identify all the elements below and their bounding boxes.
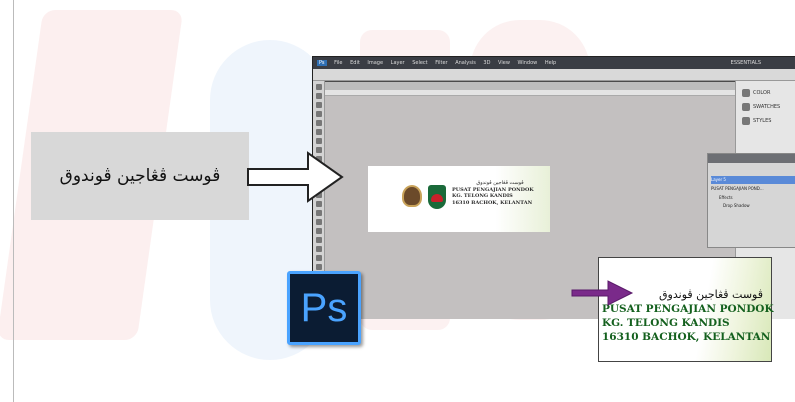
- color-icon: [742, 88, 750, 97]
- menu-item[interactable]: File: [334, 60, 342, 66]
- zoomed-address: PUSAT PENGAJIAN PONDOK KG. TELONG KANDIS…: [602, 302, 774, 344]
- zoomed-line2: KG. TELONG KANDIS: [602, 317, 730, 329]
- layer-row[interactable]: PUSAT PENGAJIAN POND...: [711, 185, 795, 193]
- zoomed-letterhead: ڤوست ڤڠاجين ڤوندوق PUSAT PENGAJIAN PONDO…: [598, 257, 774, 362]
- tool-icon[interactable]: [316, 138, 322, 144]
- workspace-button[interactable]: ESSENTIALS: [731, 57, 761, 69]
- swatches-icon: [742, 102, 750, 111]
- panel-color[interactable]: COLOR: [742, 87, 795, 99]
- tool-icon[interactable]: [316, 255, 322, 261]
- layers-panel-header[interactable]: [708, 154, 795, 163]
- letterhead-text: ڤوست ڤڠاجين ڤوندوق PUSAT PENGAJIAN PONDO…: [452, 180, 548, 206]
- menu-bar: Ps File Edit Image Layer Select Filter A…: [313, 57, 795, 69]
- layer-effect-row[interactable]: Drop Shadow: [711, 202, 795, 210]
- letterhead-line3: 16310 BACHOK, KELANTAN: [452, 199, 533, 206]
- tool-icon[interactable]: [316, 111, 322, 117]
- panel-label: STYLES: [753, 118, 772, 124]
- tool-icon[interactable]: [316, 102, 322, 108]
- menu-item[interactable]: Filter: [435, 60, 447, 66]
- menu-item[interactable]: Image: [367, 60, 383, 66]
- tool-icon[interactable]: [316, 237, 322, 243]
- tool-icon[interactable]: [316, 246, 322, 252]
- document-tabs[interactable]: [325, 82, 735, 90]
- menu-item[interactable]: Help: [545, 60, 556, 66]
- panel-swatches[interactable]: SWATCHES: [742, 101, 795, 113]
- menu-item[interactable]: Layer: [391, 60, 405, 66]
- menu-item[interactable]: Ps: [317, 60, 327, 66]
- zoomed-arabic-title: ڤوست ڤڠاجين ڤوندوق: [659, 288, 763, 301]
- zoomed-line3: 16310 BACHOK, KELANTAN: [602, 331, 771, 343]
- menu-item[interactable]: Window: [518, 60, 538, 66]
- layer-row[interactable]: Layer 5: [711, 176, 795, 184]
- panel-label: COLOR: [753, 90, 771, 96]
- tool-icon[interactable]: [316, 228, 322, 234]
- shield-logo: [428, 185, 446, 209]
- photoshop-logo: Ps: [287, 271, 361, 345]
- panel-styles[interactable]: STYLES: [742, 115, 795, 127]
- tool-icon[interactable]: [316, 120, 322, 126]
- panel-label: SWATCHES: [753, 104, 781, 110]
- options-bar: [313, 69, 795, 81]
- callout-label: ڤوست ڤڠاجين ڤوندوق: [59, 166, 221, 186]
- layer-effects-row[interactable]: Effects: [711, 194, 795, 202]
- purple-arrow-icon: [571, 280, 634, 306]
- menu-item[interactable]: Edit: [350, 60, 360, 66]
- tool-icon[interactable]: [316, 219, 322, 225]
- layers-panel: Layer 5 PUSAT PENGAJIAN POND... Effects …: [707, 153, 795, 248]
- tool-icon[interactable]: [316, 210, 322, 216]
- tool-icon[interactable]: [316, 129, 322, 135]
- tool-icon[interactable]: [316, 84, 322, 90]
- tool-icon[interactable]: [316, 93, 322, 99]
- left-border: [13, 0, 14, 402]
- letterhead-document: ڤوست ڤڠاجين ڤوندوق PUSAT PENGAJIAN PONDO…: [368, 166, 550, 232]
- callout-label-box: ڤوست ڤڠاجين ڤوندوق: [31, 132, 249, 220]
- menu-item[interactable]: 3D: [483, 60, 490, 66]
- callout-arrow-icon: [247, 151, 344, 203]
- menu-item[interactable]: View: [498, 60, 510, 66]
- menu-item[interactable]: Analysis: [455, 60, 476, 66]
- menu-item[interactable]: Select: [412, 60, 427, 66]
- emblem-logo: [402, 185, 422, 207]
- tool-icon[interactable]: [316, 264, 322, 270]
- styles-icon: [742, 116, 750, 125]
